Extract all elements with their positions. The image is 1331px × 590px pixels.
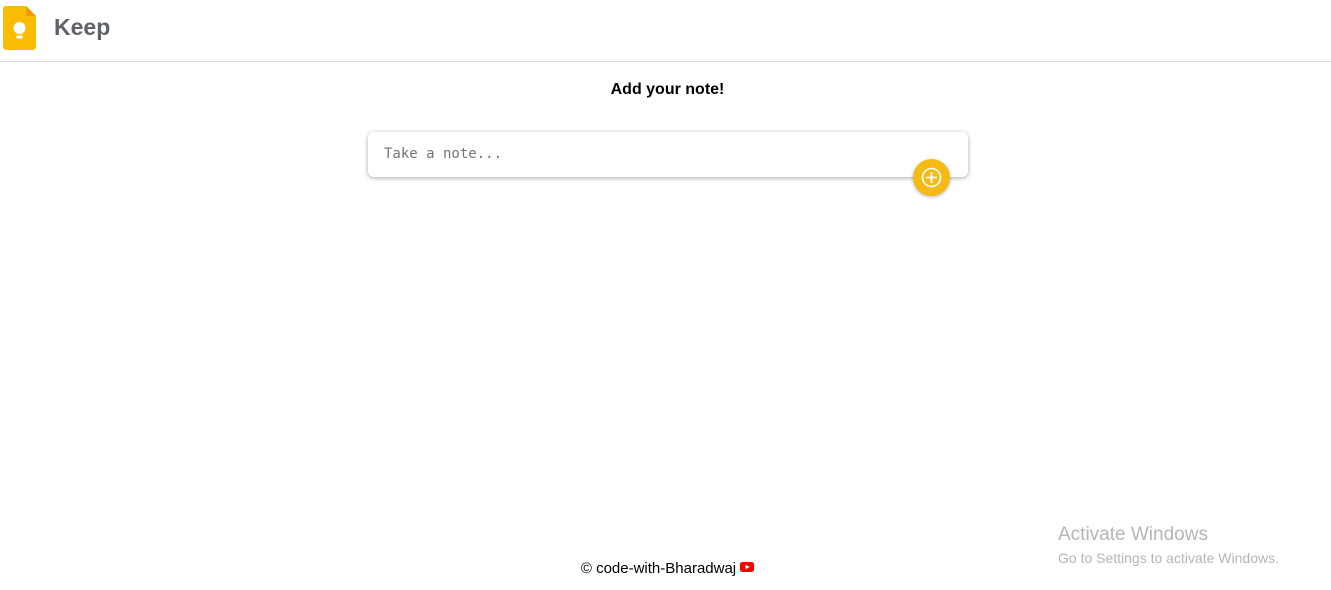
youtube-icon[interactable] [740, 562, 755, 573]
page-heading: Add your note! [610, 81, 725, 98]
note-input[interactable] [384, 142, 904, 166]
note-form [368, 132, 968, 177]
app-title: Keep [54, 14, 111, 40]
watermark-title: Activate Windows [1058, 524, 1208, 545]
app-header: Keep [0, 0, 1331, 62]
add-note-button[interactable] [913, 159, 950, 196]
footer-copyright: © code-with-Bharadwaj [580, 560, 737, 577]
keep-logo-icon [3, 6, 36, 50]
activate-windows-watermark: Activate Windows Go to Settings to activ… [1058, 524, 1279, 568]
watermark-subtitle: Go to Settings to activate Windows. [1058, 550, 1279, 566]
plus-icon [921, 167, 942, 188]
